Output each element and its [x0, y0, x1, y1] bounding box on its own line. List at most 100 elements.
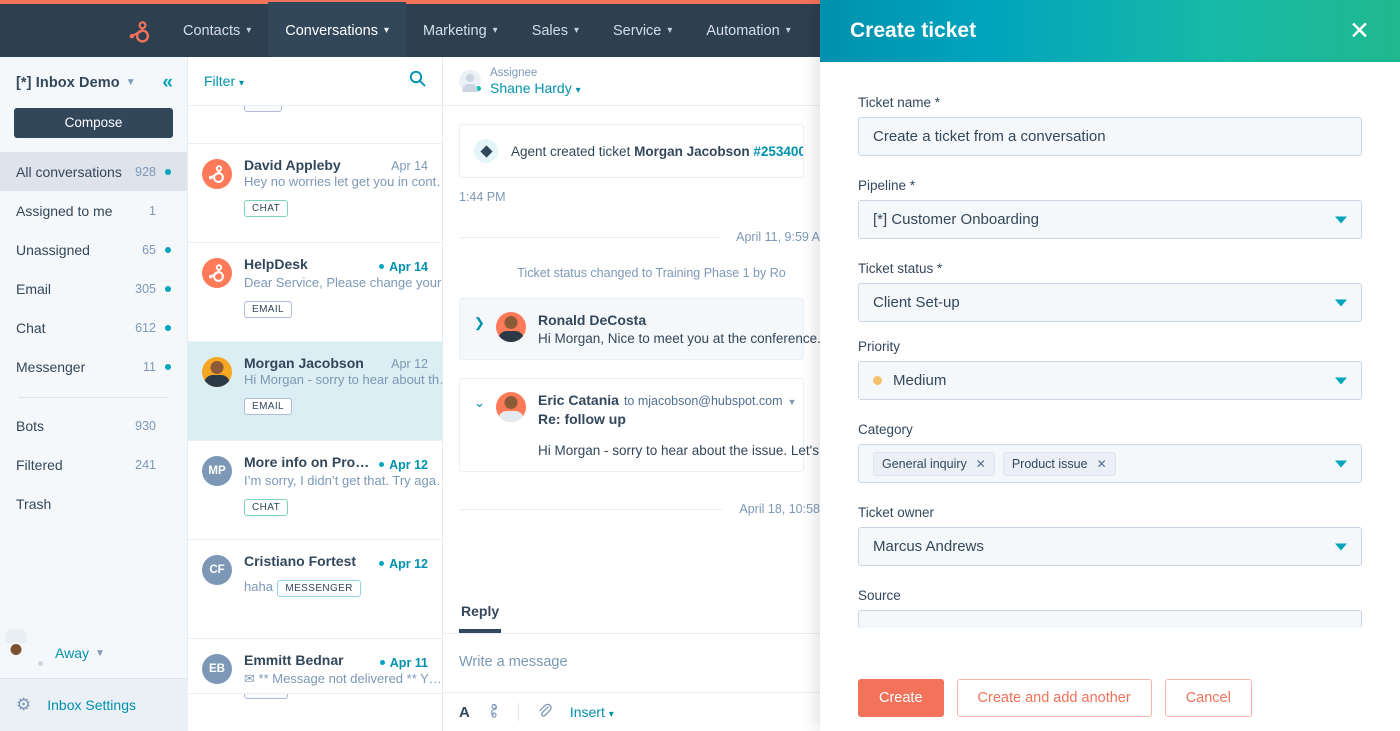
list-item-meta: Apr 11	[374, 656, 428, 670]
nav-label: Automation	[706, 22, 780, 39]
reply-input[interactable]: Write a message	[443, 634, 820, 692]
remove-chip-icon[interactable]: ✕	[976, 457, 986, 471]
conversation-thread-panel: Assignee Shane Hardy ▾ Agent created tic…	[443, 57, 820, 731]
nav-item-service[interactable]: Service ▾	[596, 2, 689, 59]
sidebar-item-all-conversations[interactable]: All conversations 928	[0, 152, 187, 191]
list-item[interactable]: CF Cristiano Fortest Apr 12 haha MESSENG…	[188, 540, 442, 639]
chevron-right-icon[interactable]: ❯	[474, 312, 488, 346]
assignee-name[interactable]: Shane Hardy ▾	[490, 80, 581, 96]
tab-reply[interactable]: Reply	[459, 591, 502, 633]
list-item-partial-top[interactable]	[188, 106, 442, 144]
source-select[interactable]	[858, 610, 1362, 628]
list-item[interactable]: MP More info on Produ… Apr 12 I’m sorry,…	[188, 441, 442, 540]
chevron-down-icon	[1335, 543, 1347, 550]
unread-dot	[165, 324, 171, 331]
inbox-title[interactable]: [*] Inbox Demo	[16, 75, 120, 91]
contact-name: Cristiano Fortest	[244, 553, 357, 569]
filter-button[interactable]: Filter ▾	[204, 73, 244, 89]
assignee-avatar	[459, 70, 482, 92]
list-item-body: Cristiano Fortest Apr 12 haha MESSENGER	[244, 553, 428, 625]
chevron-down-icon[interactable]: ▼	[126, 77, 136, 88]
sidebar-item-chat[interactable]: Chat 612	[0, 308, 187, 347]
list-item[interactable]: David Appleby Apr 14 Hey no worries let …	[188, 144, 442, 243]
nav-item-automation[interactable]: Automation ▾	[689, 2, 807, 59]
divider-line	[459, 236, 721, 238]
sidebar-list-secondary: Bots 930 Filtered 241 Trash	[0, 406, 187, 523]
chevron-down-icon[interactable]: ▼	[95, 648, 105, 659]
category-multiselect[interactable]: General inquiry ✕ Product issue ✕	[858, 444, 1362, 483]
message-sender: Ronald DeCosta	[538, 312, 647, 328]
thread-message-expanded[interactable]: ⌄ Eric Catania to mjacobson@hubspot.com ▼ …	[459, 378, 820, 472]
avatar	[16, 639, 45, 668]
channel-badge-partial	[244, 694, 288, 699]
channel-badge: MESSENGER	[277, 579, 361, 597]
sidebar-item-messenger[interactable]: Messenger 11	[0, 347, 187, 386]
list-item[interactable]: HelpDesk Apr 14 Dear Service, Please cha…	[188, 243, 442, 342]
unread-dot	[379, 561, 385, 566]
priority-select[interactable]: Medium	[858, 361, 1362, 400]
ticket-owner-select[interactable]: Marcus Andrews	[858, 527, 1362, 566]
priority-dot-icon	[873, 376, 882, 385]
nav-item-conversations[interactable]: Conversations ▾	[268, 2, 406, 59]
sidebar-item-trash[interactable]: Trash	[0, 484, 187, 523]
hubspot-sprocket-icon[interactable]	[122, 16, 152, 46]
unread-dot	[379, 462, 385, 467]
field-source: Source	[858, 588, 1362, 628]
toolbar-divider	[517, 703, 519, 721]
message-main: Ronald DeCosta Hi Morgan, Nice to meet y…	[538, 312, 820, 346]
link-icon[interactable]	[488, 703, 500, 721]
conversation-list-scroll[interactable]: David Appleby Apr 14 Hey no worries let …	[188, 106, 442, 731]
field-label: Category	[858, 422, 1362, 437]
ticket-name-input[interactable]: Create a ticket from a conversation	[858, 117, 1362, 156]
sidebar-item-assigned-to-me[interactable]: Assigned to me 1	[0, 191, 187, 230]
create-ticket-header: Create ticket ✕	[820, 0, 1400, 62]
sidebar-item-filtered[interactable]: Filtered 241	[0, 445, 187, 484]
font-format-icon[interactable]: A	[459, 704, 470, 721]
list-item-selected[interactable]: Morgan Jacobson Apr 12 Hi Morgan - sorry…	[188, 342, 442, 441]
avatar	[202, 258, 232, 288]
close-icon[interactable]: ✕	[1349, 18, 1370, 44]
user-status-row[interactable]: Away ▼	[0, 628, 188, 678]
pipeline-select[interactable]: [*] Customer Onboarding	[858, 200, 1362, 239]
field-pipeline: Pipeline * [*] Customer Onboarding	[858, 178, 1362, 239]
nav-label: Marketing	[422, 22, 487, 39]
compose-button[interactable]: Compose	[14, 108, 173, 138]
insert-button[interactable]: Insert ▾	[570, 704, 614, 720]
collapse-sidebar-icon[interactable]: «	[162, 73, 173, 92]
contact-name: HelpDesk	[244, 256, 308, 272]
field-label: Source	[858, 588, 1362, 603]
unread-dot	[165, 285, 171, 292]
nav-item-sales[interactable]: Sales ▾	[515, 2, 596, 59]
create-and-add-another-button[interactable]: Create and add another	[956, 678, 1152, 717]
paperclip-icon[interactable]	[537, 703, 552, 721]
conversation-preview: Hi Morgan - sorry to hear about th…	[244, 372, 443, 387]
chip-label: Product issue	[1011, 456, 1088, 471]
chevron-down-icon[interactable]: ⌄	[474, 392, 488, 458]
remove-chip-icon[interactable]: ✕	[1097, 457, 1107, 471]
message-snippet: Hi Morgan, Nice to meet you at the confe…	[538, 331, 820, 346]
system-event-prefix: Agent created ticket	[511, 143, 635, 159]
sidebar-item-label: Trash	[16, 495, 52, 512]
field-label: Priority	[858, 339, 1362, 354]
chevron-down-icon[interactable]: ▼	[788, 397, 797, 407]
chevron-down-icon: ▾	[785, 25, 791, 36]
category-chips: General inquiry ✕ Product issue ✕	[873, 451, 1116, 476]
required-marker: *	[909, 178, 916, 193]
sidebar-item-unassigned[interactable]: Unassigned 65	[0, 230, 187, 269]
thread-message-collapsed[interactable]: ❯ Ronald DeCosta Hi Morgan, Nice to meet…	[459, 298, 820, 360]
nav-item-marketing[interactable]: Marketing ▾	[406, 2, 515, 59]
chevron-down-icon: ▾	[575, 84, 581, 96]
search-icon[interactable]	[409, 70, 426, 92]
cancel-button[interactable]: Cancel	[1164, 678, 1252, 717]
sidebar-item-bots[interactable]: Bots 930	[0, 406, 187, 445]
inbox-settings-button[interactable]: ⚙ Inbox Settings	[0, 678, 188, 731]
nav-item-contacts[interactable]: Contacts ▾	[166, 2, 268, 59]
field-label: Ticket name *	[858, 95, 1362, 110]
required-marker: *	[937, 261, 943, 276]
create-button[interactable]: Create	[858, 678, 944, 717]
sidebar-item-email[interactable]: Email 305	[0, 269, 187, 308]
list-item-partial-bottom[interactable]	[188, 693, 442, 731]
list-item-meta: Apr 14	[373, 260, 428, 274]
ticket-status-select[interactable]: Client Set-up	[858, 283, 1362, 322]
ticket-number-link[interactable]: #2534004	[750, 144, 803, 159]
